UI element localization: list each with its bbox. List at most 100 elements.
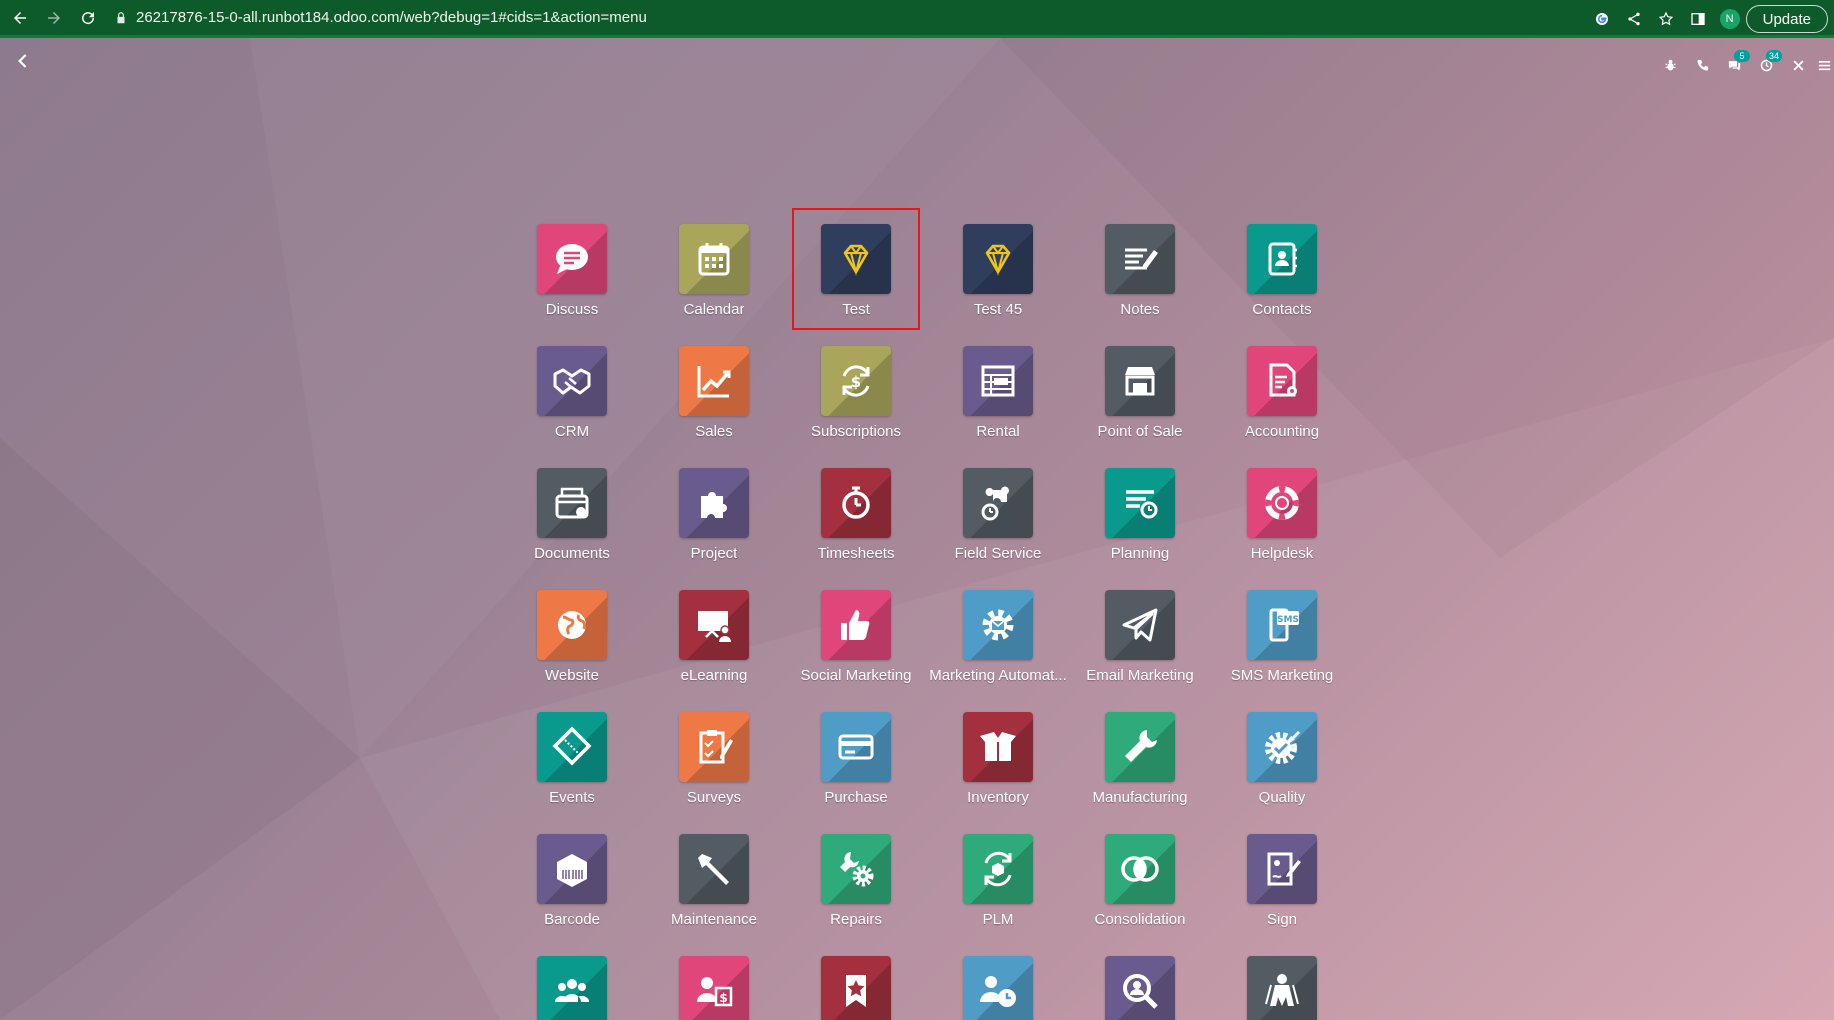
app-label: Documents — [534, 545, 610, 562]
address-bar[interactable]: 26217876-15-0-all.runbot184.odoo.com/web… — [114, 4, 1554, 32]
app-tile — [1105, 834, 1175, 904]
lifebuoy-icon — [1265, 486, 1299, 520]
side-panel-button[interactable] — [1687, 8, 1709, 30]
app-label: Contacts — [1252, 301, 1312, 318]
app-timesheets[interactable]: Timesheets — [785, 468, 927, 578]
app-documents[interactable]: Documents — [501, 468, 643, 578]
app-tile — [963, 712, 1033, 782]
app-events[interactable]: Events — [501, 712, 643, 822]
app-label: Test 45 — [973, 301, 1023, 318]
app-tile — [821, 712, 891, 782]
google-lens-button[interactable] — [1591, 8, 1613, 30]
thumbs-up-icon — [841, 610, 870, 640]
app-label: Subscriptions — [810, 423, 902, 440]
app-crm[interactable]: CRM — [501, 346, 643, 456]
app-payroll[interactable]: $Payroll — [643, 956, 785, 1020]
app-inventory[interactable]: Inventory — [927, 712, 1069, 822]
app-repairs[interactable]: Repairs — [785, 834, 927, 944]
app-calendar[interactable]: Calendar — [643, 224, 785, 334]
app-website[interactable]: Website — [501, 590, 643, 700]
app-social-marketing[interactable]: Social Marketing — [785, 590, 927, 700]
messaging-menu-button[interactable]: 5 — [1718, 50, 1750, 80]
app-appraisals[interactable]: Appraisals — [785, 956, 927, 1020]
debug-menu-button[interactable] — [1654, 50, 1686, 80]
app-tile — [1247, 712, 1317, 782]
google-icon — [1595, 13, 1608, 25]
app-test[interactable]: Test — [792, 208, 920, 330]
app-planning[interactable]: Planning — [1069, 468, 1211, 578]
app-elearning[interactable]: eLearning — [643, 590, 785, 700]
app-attendances[interactable]: Attendances — [927, 956, 1069, 1020]
app-notes[interactable]: Notes — [1069, 224, 1211, 334]
app-consolidation[interactable]: Consolidation — [1069, 834, 1211, 944]
app-accounting[interactable]: Accounting — [1211, 346, 1353, 456]
app-label: Marketing Automat... — [929, 667, 1067, 684]
browser-reload-button[interactable] — [74, 4, 102, 32]
address-book-icon — [1268, 242, 1297, 276]
bookmark-button[interactable] — [1655, 8, 1677, 30]
app-label: Calendar — [683, 301, 745, 318]
app-label: SMS Marketing — [1230, 667, 1334, 684]
app-rental[interactable]: Rental — [927, 346, 1069, 456]
app-contacts[interactable]: Contacts — [1211, 224, 1353, 334]
sign-document-icon — [1267, 852, 1301, 886]
app-tile — [1105, 956, 1175, 1020]
profile-avatar[interactable]: N — [1719, 9, 1740, 29]
handshake-icon — [553, 368, 591, 395]
app-test-45[interactable]: Test 45 — [927, 224, 1069, 334]
app-tile: SMS — [1247, 590, 1317, 660]
app-email-marketing[interactable]: Email Marketing — [1069, 590, 1211, 700]
star-ribbon-icon — [846, 975, 866, 1007]
app-tile — [1247, 956, 1317, 1020]
chevron-left-icon — [18, 54, 27, 68]
magnify-person-icon — [1123, 974, 1158, 1009]
app-tile — [537, 956, 607, 1020]
app-tile — [679, 468, 749, 538]
globe-icon — [558, 611, 587, 639]
voip-phone-button[interactable] — [1686, 50, 1718, 80]
app-tile: $ — [679, 956, 749, 1020]
app-subscriptions[interactable]: $ Subscriptions — [785, 346, 927, 456]
app-maintenance[interactable]: Maintenance — [643, 834, 785, 944]
people-group-icon — [554, 979, 590, 1002]
recurring-dollar-icon: $ — [842, 365, 870, 397]
activity-menu-button[interactable]: 34 — [1750, 50, 1782, 80]
puzzle-icon — [701, 492, 727, 518]
app-sales[interactable]: Sales — [643, 346, 785, 456]
app-label: Manufacturing — [1092, 789, 1188, 806]
app-tile — [963, 346, 1033, 416]
app-helpdesk[interactable]: Helpdesk — [1211, 468, 1353, 578]
cycle-box-icon — [984, 851, 1012, 887]
share-button[interactable] — [1623, 8, 1645, 30]
app-marketing-automat[interactable]: Marketing Automat... — [927, 590, 1069, 700]
app-sign[interactable]: Sign — [1211, 834, 1353, 944]
app-surveys[interactable]: Surveys — [643, 712, 785, 822]
app-barcode[interactable]: Barcode — [501, 834, 643, 944]
app-recruitment[interactable]: Recruitment — [1069, 956, 1211, 1020]
field-service-icon — [981, 486, 1009, 521]
app-referrals[interactable]: Referrals — [1211, 956, 1353, 1020]
app-label: Quality — [1258, 789, 1306, 806]
app-tile — [1247, 224, 1317, 294]
app-plm[interactable]: PLM — [927, 834, 1069, 944]
browser-forward-button[interactable] — [40, 4, 68, 32]
app-label: Repairs — [830, 911, 882, 928]
close-home-menu-button[interactable] — [1782, 50, 1814, 80]
sms-phone-icon: SMS — [1269, 608, 1299, 642]
app-quality[interactable]: Quality — [1211, 712, 1353, 822]
update-button[interactable]: Update — [1745, 5, 1828, 33]
app-point-of-sale[interactable]: Point of Sale — [1069, 346, 1211, 456]
back-button[interactable] — [14, 52, 40, 78]
hamburger-menu-button[interactable] — [1814, 50, 1834, 80]
app-purchase[interactable]: Purchase — [785, 712, 927, 822]
app-sms-marketing[interactable]: SMS SMS Marketing — [1211, 590, 1353, 700]
app-manufacturing[interactable]: Manufacturing — [1069, 712, 1211, 822]
app-discuss[interactable]: Discuss — [501, 224, 643, 334]
app-project[interactable]: Project — [643, 468, 785, 578]
side-panel-icon — [1690, 13, 1705, 25]
wrench-gear-icon — [840, 852, 874, 887]
app-label: PLM — [982, 911, 1014, 928]
app-employees[interactable]: Employees — [501, 956, 643, 1020]
app-field-service[interactable]: Field Service — [927, 468, 1069, 578]
browser-back-button[interactable] — [6, 4, 34, 32]
